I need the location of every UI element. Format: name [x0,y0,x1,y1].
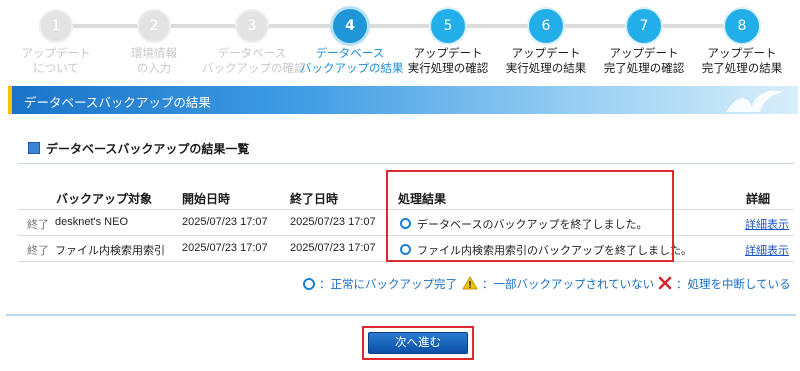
step-number: 5 [431,9,465,43]
step-label: アップデート 完了処理の確認 [603,46,685,75]
detail-link[interactable]: 詳細表示 [745,216,789,232]
step-label: データベース バックアップの確認 [202,46,306,75]
step-number: 1 [39,9,73,43]
detail-link[interactable]: 詳細表示 [745,242,789,258]
step-label: アップデート 実行処理の結果 [505,46,587,75]
section-square-icon [28,142,40,154]
next-button-highlight: 次へ進む [362,326,474,360]
row-status: 終了 [27,219,49,231]
section-divider [18,163,794,164]
row-target: desknet's NEO [55,216,129,228]
step-number: 2 [137,9,171,43]
step-number: 8 [725,9,759,43]
step-label: アップデート 完了処理の結果 [701,46,783,75]
page-title-bar: データベースバックアップの結果 [8,86,798,114]
row-start: 2025/07/23 17:07 [182,242,268,254]
step-label: アップデート について [21,46,91,75]
step-number: 4 [333,9,367,43]
row-end: 2025/07/23 17:07 [290,216,376,228]
row-end: 2025/07/23 17:07 [290,242,376,254]
row-status: 終了 [27,245,49,257]
progress-stepper: 1 アップデート について 2 環境情報 の入力 3 データベース バックアップの確認… [0,0,800,82]
step-label: 環境情報 の入力 [131,46,177,75]
legend-partial-label: ：一部バックアップされていない [482,279,655,291]
success-circle-icon [303,278,315,290]
next-button[interactable]: 次へ進む [368,332,468,354]
error-cross-icon [658,276,672,290]
column-header-detail: 詳細 [746,192,771,206]
result-column-highlight [386,170,674,262]
step-number: 6 [529,9,563,43]
warning-triangle-icon [462,276,478,290]
column-header-end: 終了日時 [290,192,339,206]
page-title: データベースバックアップの結果 [24,96,211,110]
legend-ok: ：正常にバックアップ完了 [303,276,457,292]
row-start: 2025/07/23 17:07 [182,216,268,228]
legend-aborted-label: ：処理を中断している [676,279,791,291]
footer-divider [6,314,796,316]
column-header-target: バックアップ対象 [56,192,153,206]
section-title: データベースバックアップの結果一覧 [46,142,250,156]
step-label: アップデート 実行処理の確認 [407,46,489,75]
legend-ok-label: ：正常にバックアップ完了 [319,279,457,291]
row-target: ファイル内検索用索引 [55,245,165,257]
column-header-start: 開始日時 [182,192,231,206]
legend-partial: ：一部バックアップされていない [462,276,654,292]
bird-decoration-icon [726,90,784,112]
step-number: 7 [627,9,661,43]
step-number: 3 [235,9,269,43]
step-label: データベース バックアップの結果 [300,46,404,75]
legend-aborted: ：処理を中断している [658,276,791,292]
